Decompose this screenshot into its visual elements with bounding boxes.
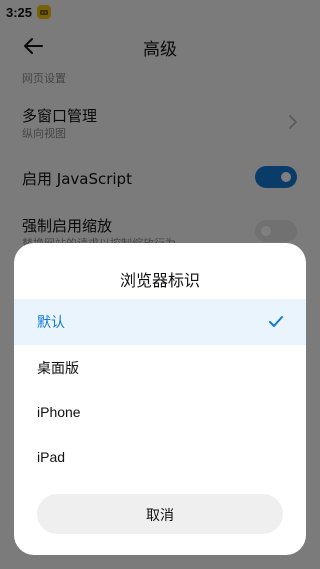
option-default[interactable]: 默认 bbox=[14, 299, 306, 345]
option-desktop[interactable]: 桌面版 bbox=[14, 345, 306, 391]
option-iphone[interactable]: iPhone bbox=[14, 391, 306, 437]
option-label: 桌面版 bbox=[37, 360, 79, 376]
user-agent-dialog: 浏览器标识 默认 桌面版 iPhone iPad 取消 bbox=[14, 243, 306, 555]
option-label: iPhone bbox=[37, 404, 81, 420]
cancel-button[interactable]: 取消 bbox=[37, 494, 283, 534]
option-label: 默认 bbox=[37, 314, 65, 330]
dialog-title: 浏览器标识 bbox=[119, 271, 200, 290]
checkmark-icon bbox=[268, 314, 284, 328]
option-ipad[interactable]: iPad bbox=[14, 436, 306, 482]
cancel-label: 取消 bbox=[146, 508, 174, 524]
option-label: iPad bbox=[37, 449, 66, 465]
